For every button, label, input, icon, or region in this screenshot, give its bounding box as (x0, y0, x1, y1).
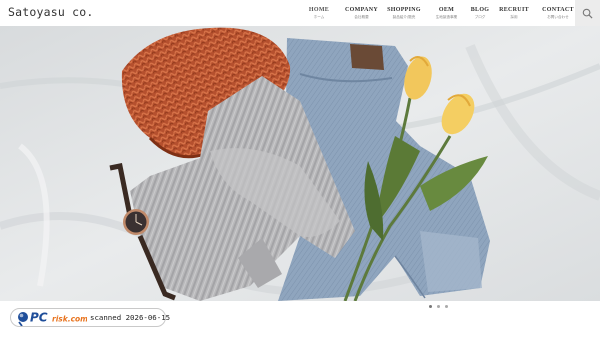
nav-label-en: HOME (308, 7, 330, 13)
scan-date-text: scanned 2026-06-15 (90, 313, 171, 322)
slider-dot[interactable] (445, 305, 448, 308)
search-icon (582, 8, 593, 19)
nav-item-recruit[interactable]: RECRUIT 採用 (492, 0, 536, 26)
scan-badge: PC risk.com scanned 2026-06-15 (10, 308, 170, 327)
pcrisk-logo: PC risk.com (18, 311, 87, 326)
hero-image (0, 26, 600, 301)
slider-dot[interactable] (429, 305, 432, 308)
hero-slider[interactable] (0, 26, 600, 301)
svg-text:PC: PC (30, 311, 48, 325)
site-header: Satoyasu co. HOME ホーム COMPANY 会社概要 SHOPP… (0, 0, 600, 26)
nav-label-en: SHOPPING (387, 7, 421, 13)
nav-label-en: CONTACT (542, 7, 574, 13)
nav-label-jp: 製品紹介/販売 (392, 15, 416, 19)
nav-label-en: BLOG (470, 7, 490, 13)
nav-label-jp: 生地製造事業 (435, 15, 458, 19)
nav-label-jp: ブログ (474, 15, 486, 19)
site-logo[interactable]: Satoyasu co. (8, 5, 93, 19)
nav-item-company[interactable]: COMPANY 会社概要 (340, 0, 383, 26)
nav-item-blog[interactable]: BLOG ブログ (468, 0, 492, 26)
slider-dots (429, 305, 448, 308)
nav-label-jp: お問い合わせ (547, 15, 569, 19)
nav-label-en: OEM (438, 7, 455, 13)
slider-dot[interactable] (437, 305, 440, 308)
svg-text:risk.com: risk.com (52, 315, 87, 324)
nav-item-oem[interactable]: OEM 生地製造事業 (425, 0, 468, 26)
main-nav: HOME ホーム COMPANY 会社概要 SHOPPING 製品紹介/販売 O… (298, 0, 580, 26)
nav-label-jp: ホーム (313, 15, 325, 19)
search-button[interactable] (575, 0, 600, 26)
nav-item-home[interactable]: HOME ホーム (298, 0, 340, 26)
nav-label-en: RECRUIT (499, 7, 529, 13)
nav-label-en: COMPANY (345, 7, 378, 13)
nav-label-jp: 会社概要 (354, 15, 369, 19)
nav-item-shopping[interactable]: SHOPPING 製品紹介/販売 (383, 0, 425, 26)
nav-item-contact[interactable]: CONTACT お問い合わせ (536, 0, 580, 26)
nav-label-jp: 採用 (510, 15, 518, 19)
